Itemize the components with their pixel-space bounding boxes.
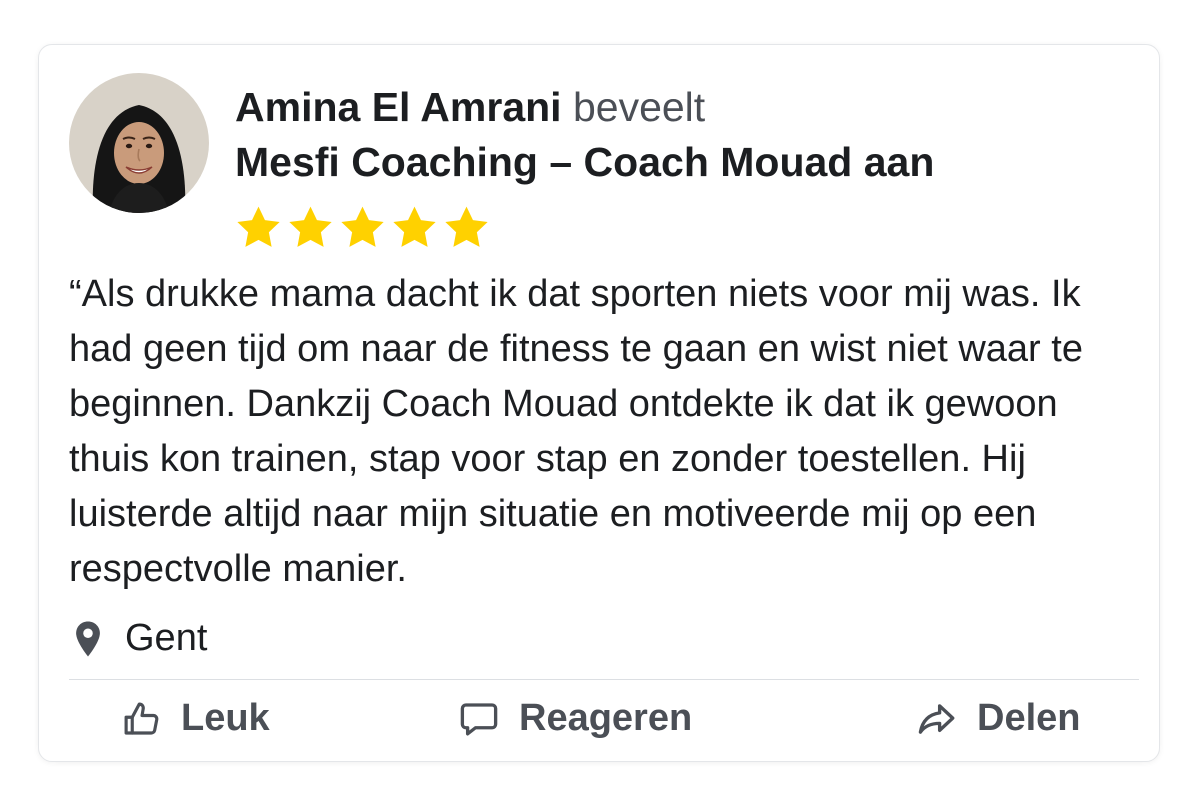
star-icon	[339, 205, 386, 250]
post-header: Amina El Amrani beveelt Mesfi Coaching –…	[235, 81, 1139, 191]
page-name[interactable]: Mesfi Coaching – Coach Mouad	[235, 139, 852, 185]
action-bar: Leuk Reageren Delen	[39, 689, 1159, 753]
location[interactable]: Gent	[73, 617, 207, 660]
like-button[interactable]: Leuk	[119, 697, 270, 740]
author-name[interactable]: Amina El Amrani	[235, 84, 562, 130]
share-button[interactable]: Delen	[915, 697, 1080, 740]
comment-button[interactable]: Reageren	[457, 697, 692, 740]
review-text: “Als drukke mama dacht ik dat sporten ni…	[69, 273, 1083, 590]
header-line-2: Mesfi Coaching – Coach Mouad aan	[235, 133, 1139, 191]
avatar[interactable]	[69, 73, 209, 213]
divider	[69, 679, 1139, 680]
speech-bubble-icon	[457, 698, 501, 740]
recommend-verb: beveelt	[572, 84, 706, 130]
share-label: Delen	[977, 697, 1081, 739]
header-suffix: aan	[863, 139, 935, 185]
location-label: Gent	[125, 617, 208, 659]
star-icon	[391, 205, 438, 250]
comment-label: Reageren	[519, 697, 693, 739]
share-arrow-icon	[915, 698, 959, 740]
star-rating	[235, 205, 490, 250]
thumbs-up-icon	[119, 698, 163, 740]
star-icon	[287, 205, 334, 250]
header-line-1: Amina El Amrani beveelt	[235, 81, 1139, 133]
recommendation-card: Amina El Amrani beveelt Mesfi Coaching –…	[38, 44, 1160, 762]
map-pin-icon	[73, 620, 103, 658]
star-icon	[235, 205, 282, 250]
star-icon	[443, 205, 490, 250]
like-label: Leuk	[181, 697, 270, 739]
